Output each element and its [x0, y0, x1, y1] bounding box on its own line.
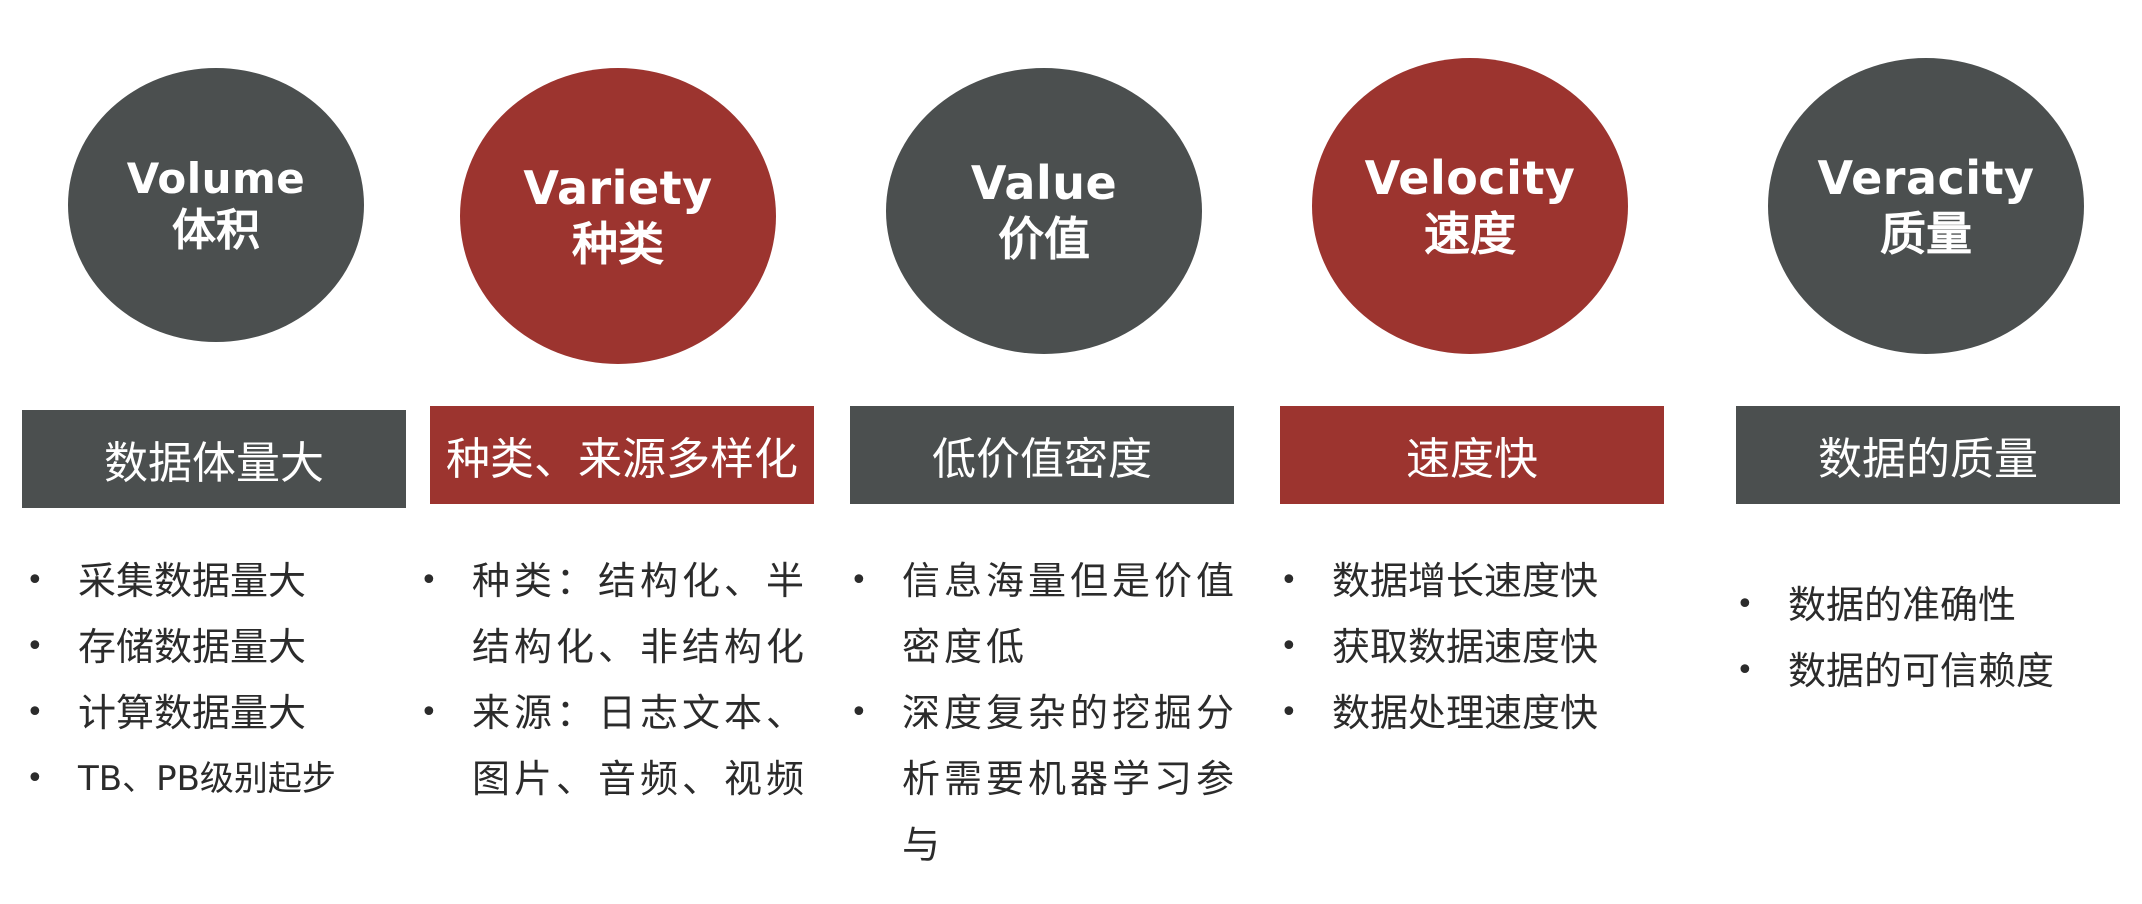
- header-bar-value: 低价值密度: [850, 406, 1234, 504]
- list-item: 采集数据量大: [22, 548, 422, 614]
- circle-volume-en: Volume: [126, 153, 306, 203]
- list-item: 获取数据速度快: [1276, 614, 1696, 680]
- list-item: 数据增长速度快: [1276, 548, 1696, 614]
- circle-velocity: Velocity 速度: [1312, 58, 1628, 354]
- list-value: 信息海量但是价值密度低 深度复杂的挖掘分析需要机器学习参与: [846, 548, 1242, 878]
- circle-value-en: Value: [970, 155, 1118, 210]
- list-item: 来源：日志文本、图片、音频、视频: [416, 680, 812, 812]
- header-bar-volume: 数据体量大: [22, 410, 406, 508]
- list-item: 数据的准确性: [1732, 572, 2132, 638]
- header-velocity-label: 速度快: [1406, 434, 1538, 485]
- list-volume: 采集数据量大 存储数据量大 计算数据量大 TB、PB级别起步: [22, 548, 422, 812]
- circle-variety-zh: 种类: [572, 217, 664, 271]
- circle-velocity-zh: 速度: [1424, 207, 1516, 261]
- header-bar-variety: 种类、来源多样化: [430, 406, 814, 504]
- header-bar-veracity: 数据的质量: [1736, 406, 2120, 504]
- list-item: 存储数据量大: [22, 614, 422, 680]
- list-variety: 种类：结构化、半结构化、非结构化 来源：日志文本、图片、音频、视频: [416, 548, 812, 812]
- circle-value-zh: 价值: [998, 212, 1090, 266]
- header-value-label: 低价值密度: [932, 434, 1152, 485]
- circle-volume: Volume 体积: [68, 68, 364, 342]
- circle-volume-zh: 体积: [172, 204, 260, 256]
- list-item: 数据的可信赖度: [1732, 638, 2132, 704]
- list-item: 信息海量但是价值密度低: [846, 548, 1242, 680]
- header-bar-velocity: 速度快: [1280, 406, 1664, 504]
- list-item: TB、PB级别起步: [22, 746, 422, 812]
- circle-velocity-en: Velocity: [1364, 150, 1576, 205]
- circle-veracity: Veracity 质量: [1768, 58, 2084, 354]
- circle-variety-en: Variety: [523, 160, 713, 215]
- circle-variety: Variety 种类: [460, 68, 776, 364]
- header-veracity-label: 数据的质量: [1818, 434, 2038, 485]
- header-volume-label: 数据体量大: [104, 438, 324, 489]
- circle-value: Value 价值: [886, 68, 1202, 354]
- list-item: 深度复杂的挖掘分析需要机器学习参与: [846, 680, 1242, 878]
- header-variety-label: 种类、来源多样化: [446, 434, 798, 485]
- list-veracity: 数据的准确性 数据的可信赖度: [1732, 572, 2132, 704]
- circle-veracity-zh: 质量: [1880, 207, 1972, 261]
- list-item: 种类：结构化、半结构化、非结构化: [416, 548, 812, 680]
- list-item: 计算数据量大: [22, 680, 422, 746]
- circle-veracity-en: Veracity: [1817, 150, 2035, 205]
- list-velocity: 数据增长速度快 获取数据速度快 数据处理速度快: [1276, 548, 1696, 746]
- list-item: 数据处理速度快: [1276, 680, 1696, 746]
